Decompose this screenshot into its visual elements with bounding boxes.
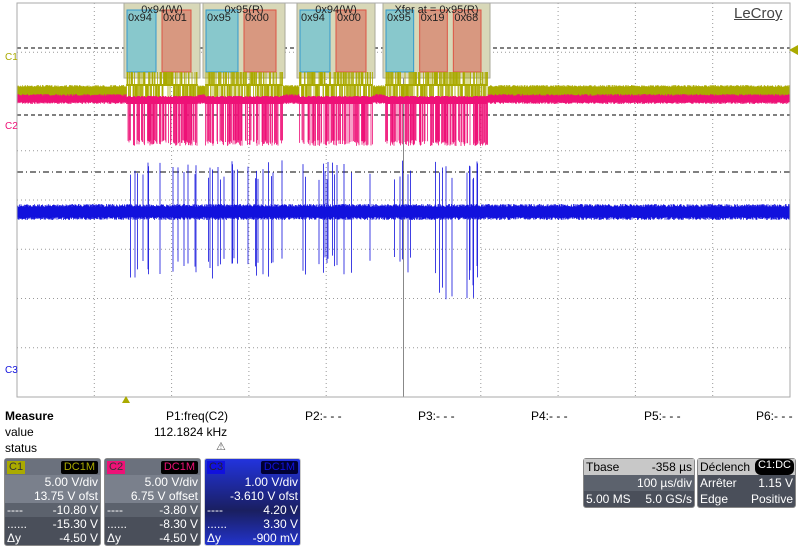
c1-coupling: DC1M xyxy=(60,460,98,474)
param-p4[interactable]: P4:- - - xyxy=(531,409,568,423)
c3-tag: C3 xyxy=(207,460,226,474)
c1-cursor1: -10.80 V xyxy=(52,503,98,517)
param-p6[interactable]: P6:- - - xyxy=(756,409,793,423)
param-p1[interactable]: P1:freq(C2) xyxy=(166,409,228,423)
c3-coupling: DC1M xyxy=(260,460,298,474)
c2-cursor2: -8.30 V xyxy=(159,517,198,531)
param-p2[interactable]: P2:- - - xyxy=(305,409,342,423)
dot-symbol: ...... xyxy=(207,517,228,531)
c2-vdiv: 5.00 V/div xyxy=(144,475,198,489)
delta-symbol: Δy xyxy=(7,531,22,545)
c1-marker[interactable]: C1 xyxy=(5,52,18,63)
trigger-level: 1.15 V xyxy=(758,476,793,490)
c3-marker[interactable]: C3 xyxy=(5,365,18,376)
c1-cursor2: -15.30 V xyxy=(52,517,98,531)
c1-dy: -4.50 V xyxy=(59,531,98,545)
c2-tag: C2 xyxy=(107,460,126,474)
tbase-rate: 5.0 GS/s xyxy=(645,492,692,506)
measure-title: Measure xyxy=(5,409,54,423)
c3-cursor2: 3.30 V xyxy=(263,517,298,531)
dot-symbol: ...... xyxy=(7,517,28,531)
trigger-type: Edge xyxy=(700,492,729,506)
decode-packet-label: Xfer at = 0x95(R) xyxy=(394,4,478,16)
c3-cursor1: 4.20 V xyxy=(263,503,298,517)
tbase-delay: -358 µs xyxy=(651,460,692,474)
c3-offset: -3.610 V ofst xyxy=(229,489,298,503)
c2-cursor1: -3.80 V xyxy=(159,503,198,517)
status-label: status xyxy=(5,441,38,455)
decode-packet-label: 0x94(W) xyxy=(315,4,357,16)
timebase-panel[interactable]: Tbase -358 µs 100 µs/div 5.00 MS 5.0 GS/s xyxy=(583,458,695,508)
c3-dy: -900 mV xyxy=(252,531,298,545)
decode-annotations: 0x94 0x010x94(W)0x95 0x000x95(R)0x94 0x000x… xyxy=(123,2,491,79)
c2-coupling: DC1M xyxy=(160,460,198,474)
trigger-slope: Positive xyxy=(750,492,793,506)
trigger-label: Déclench xyxy=(700,460,751,474)
param-p1-value: 112.1824 kHz xyxy=(154,425,228,439)
param-p5[interactable]: P5:- - - xyxy=(644,409,681,423)
tbase-tdiv: 100 µs/div xyxy=(637,476,692,490)
value-label: value xyxy=(5,425,34,439)
c1-tag: C1 xyxy=(7,460,26,474)
trigger-panel[interactable]: Déclench C1:DC Arrêter 1.15 V Edge Positive xyxy=(697,458,796,508)
lecroy-logo: LeCroy xyxy=(734,5,783,22)
dot-symbol: ...... xyxy=(107,517,128,531)
tbase-samples: 5.00 MS xyxy=(586,492,631,506)
param-p3[interactable]: P3:- - - xyxy=(418,409,455,423)
c3-vdiv: 1.00 V/div xyxy=(244,475,298,489)
c1-vdiv: 5.00 V/div xyxy=(44,475,98,489)
trigger-source: C1:DC xyxy=(754,459,794,475)
c1-offset: 13.75 V ofst xyxy=(33,489,98,503)
decode-packet-label: 0x95(R) xyxy=(224,4,263,16)
warning-icon: ⚠ xyxy=(216,441,226,453)
delta-symbol: Δy xyxy=(107,531,122,545)
trigger-mode: Arrêter xyxy=(700,476,737,490)
c2-offset: 6.75 V offset xyxy=(130,489,198,503)
tbase-label: Tbase xyxy=(586,460,620,474)
decode-packet-label: 0x94(W) xyxy=(141,4,183,16)
c1-panel[interactable]: C1 DC1M 5.00 V/div 13.75 V ofst ---- -10.8… xyxy=(4,458,101,546)
dash-symbol: ---- xyxy=(107,503,123,517)
dash-symbol: ---- xyxy=(7,503,23,517)
c2-dy: -4.50 V xyxy=(159,531,198,545)
c3-panel[interactable]: C3 DC1M 1.00 V/div -3.610 V ofst ---- 4.20… xyxy=(204,458,301,546)
waveform-display[interactable]: 0x94 0x010x94(W)0x95 0x000x95(R)0x94 0x000x… xyxy=(0,0,800,410)
delta-symbol: Δy xyxy=(207,531,222,545)
dash-symbol: ---- xyxy=(207,503,223,517)
c2-panel[interactable]: C2 DC1M 5.00 V/div 6.75 V offset ---- -3.8… xyxy=(104,458,201,546)
c2-marker[interactable]: C2 xyxy=(5,121,18,132)
